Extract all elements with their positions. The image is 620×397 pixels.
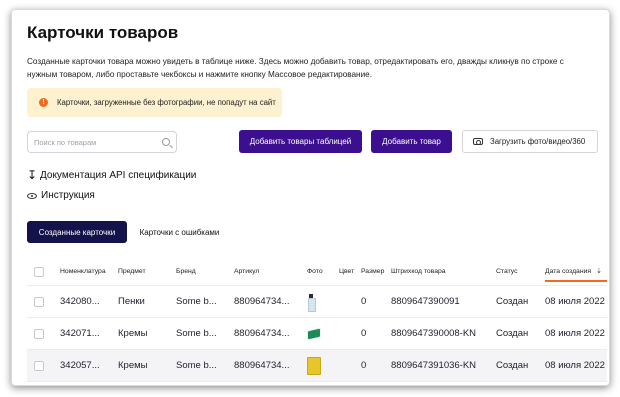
cell-barcode: 8809647391036-KN <box>391 360 477 371</box>
exclamation-icon: ! <box>39 98 48 107</box>
cell-brand: Some b... <box>176 360 217 371</box>
instructions-link[interactable]: Инструкция <box>27 190 95 201</box>
api-docs-link[interactable]: Документация API спецификации <box>27 168 197 182</box>
cell-nomenclature: 342071... <box>60 328 100 339</box>
cell-size: 0 <box>361 328 367 339</box>
upload-media-label: Загрузить фото/видео/360 <box>490 137 586 146</box>
cell-photo <box>307 286 329 317</box>
row-checkbox-cell[interactable] <box>34 286 44 317</box>
instructions-label: Инструкция <box>41 190 95 201</box>
col-brand[interactable]: Бренд <box>176 258 224 285</box>
add-table-button[interactable]: Добавить товары таблицей <box>239 130 362 153</box>
row-checkbox[interactable] <box>34 296 44 307</box>
product-thumbnail[interactable] <box>307 327 321 340</box>
row-checkbox-cell[interactable] <box>34 350 44 381</box>
col-barcode[interactable]: Штрихкод товара <box>391 258 489 285</box>
cell-nomenclature: 342080... <box>60 296 100 307</box>
table-row[interactable]: 342057... Кремы Some b... 880964734... 0… <box>27 350 607 382</box>
cell-brand: Some b... <box>176 296 217 307</box>
page-description: Созданные карточки товара можно увидеть … <box>27 57 564 79</box>
api-docs-label: Документация API спецификации <box>40 170 197 181</box>
cell-subject: Пенки <box>118 296 145 307</box>
col-created-label: Дата создания <box>545 267 592 275</box>
cell-barcode: 8809647390008-KN <box>391 328 477 339</box>
col-subject[interactable]: Предмет <box>118 258 168 285</box>
product-thumbnail[interactable] <box>307 293 316 312</box>
table-header: Номенклатура Предмет Бренд Артикул Фото … <box>27 258 607 286</box>
tab-cards-with-errors[interactable]: Карточки с ошибками <box>132 221 227 243</box>
sort-desc-icon[interactable]: ⇣ <box>596 267 602 275</box>
select-all-checkbox-cell[interactable] <box>34 258 44 285</box>
page-frame: Карточки товаров Созданные карточки това… <box>11 9 610 386</box>
cell-color <box>339 286 357 317</box>
cell-photo <box>307 318 329 349</box>
no-photo-alert: ! Карточки, загруженные без фотографии, … <box>27 88 282 117</box>
cell-status: Создан <box>496 360 529 371</box>
products-table: Номенклатура Предмет Бренд Артикул Фото … <box>27 258 607 382</box>
row-checkbox[interactable] <box>34 360 44 371</box>
cell-created: 08 июля 2022 <box>545 296 605 307</box>
col-photo: Фото <box>307 268 323 275</box>
cell-created: 08 июля 2022 <box>545 328 605 339</box>
search-input[interactable] <box>34 137 154 147</box>
col-status[interactable]: Статус <box>496 258 536 285</box>
download-icon <box>27 168 37 182</box>
row-checkbox[interactable] <box>34 328 44 339</box>
search-icon[interactable] <box>162 138 170 146</box>
cell-nomenclature: 342057... <box>60 360 100 371</box>
cell-article: 880964734... <box>234 296 290 307</box>
page-title: Карточки товаров <box>27 23 179 42</box>
cell-subject: Кремы <box>118 328 148 339</box>
row-checkbox-cell[interactable] <box>34 318 44 349</box>
product-thumbnail[interactable] <box>307 356 321 375</box>
col-size[interactable]: Размер <box>361 258 387 285</box>
cell-color <box>339 318 357 349</box>
cell-barcode: 8809647390091 <box>391 296 460 307</box>
col-nomenclature[interactable]: Номенклатура <box>60 258 113 285</box>
cell-subject: Кремы <box>118 360 148 371</box>
col-created-date[interactable]: Дата создания ⇣ <box>545 262 607 282</box>
cell-size: 0 <box>361 360 367 371</box>
search-box[interactable] <box>27 131 177 153</box>
add-product-button[interactable]: Добавить товар <box>371 130 452 153</box>
upload-media-button[interactable]: Загрузить фото/видео/360 <box>462 130 598 153</box>
cell-status: Создан <box>496 328 529 339</box>
select-all-checkbox[interactable] <box>34 266 44 277</box>
eye-icon <box>27 192 37 199</box>
table-row[interactable]: 342071... Кремы Some b... 880964734... 0… <box>27 318 607 350</box>
cell-photo <box>307 350 329 381</box>
cell-status: Создан <box>496 296 529 307</box>
cell-brand: Some b... <box>176 328 217 339</box>
cell-article: 880964734... <box>234 328 290 339</box>
table-row[interactable]: 342080... Пенки Some b... 880964734... 0… <box>27 286 607 318</box>
tab-created-cards[interactable]: Созданные карточки <box>27 221 127 243</box>
cell-color <box>339 350 357 381</box>
cell-article: 880964734... <box>234 360 290 371</box>
alert-text: Карточки, загруженные без фотографии, не… <box>57 98 276 107</box>
col-color[interactable]: Цвет <box>339 258 357 285</box>
cell-size: 0 <box>361 296 367 307</box>
cell-created: 08 июля 2022 <box>545 360 605 371</box>
camera-icon <box>473 138 483 145</box>
col-article[interactable]: Артикул <box>234 258 299 285</box>
